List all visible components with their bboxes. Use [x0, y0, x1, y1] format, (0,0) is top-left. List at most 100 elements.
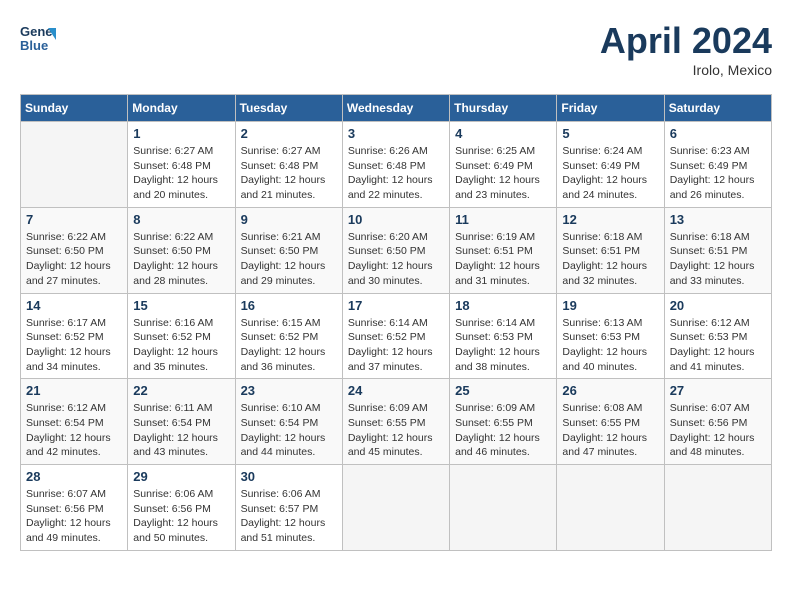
day-number: 13	[670, 212, 766, 227]
day-number: 24	[348, 383, 444, 398]
calendar-cell	[21, 122, 128, 208]
day-info: Sunrise: 6:14 AM Sunset: 6:53 PM Dayligh…	[455, 316, 551, 375]
day-info: Sunrise: 6:06 AM Sunset: 6:56 PM Dayligh…	[133, 487, 229, 546]
day-info: Sunrise: 6:22 AM Sunset: 6:50 PM Dayligh…	[133, 230, 229, 289]
day-number: 11	[455, 212, 551, 227]
calendar-cell: 14 Sunrise: 6:17 AM Sunset: 6:52 PM Dayli…	[21, 293, 128, 379]
weekday-header: Wednesday	[342, 95, 449, 122]
calendar-cell	[557, 465, 664, 551]
day-info: Sunrise: 6:07 AM Sunset: 6:56 PM Dayligh…	[26, 487, 122, 546]
day-info: Sunrise: 6:16 AM Sunset: 6:52 PM Dayligh…	[133, 316, 229, 375]
title-block: April 2024 Irolo, Mexico	[600, 20, 772, 78]
day-number: 22	[133, 383, 229, 398]
day-number: 10	[348, 212, 444, 227]
calendar-week-row: 21 Sunrise: 6:12 AM Sunset: 6:54 PM Dayli…	[21, 379, 772, 465]
calendar-cell: 9 Sunrise: 6:21 AM Sunset: 6:50 PM Daylig…	[235, 207, 342, 293]
weekday-header: Sunday	[21, 95, 128, 122]
calendar-cell: 20 Sunrise: 6:12 AM Sunset: 6:53 PM Dayli…	[664, 293, 771, 379]
day-number: 18	[455, 298, 551, 313]
day-info: Sunrise: 6:15 AM Sunset: 6:52 PM Dayligh…	[241, 316, 337, 375]
calendar-cell: 1Sunrise: 6:27 AM Sunset: 6:48 PM Daylig…	[128, 122, 235, 208]
calendar-cell: 21 Sunrise: 6:12 AM Sunset: 6:54 PM Dayli…	[21, 379, 128, 465]
day-info: Sunrise: 6:11 AM Sunset: 6:54 PM Dayligh…	[133, 401, 229, 460]
day-number: 20	[670, 298, 766, 313]
day-info: Sunrise: 6:07 AM Sunset: 6:56 PM Dayligh…	[670, 401, 766, 460]
page-header: General Blue April 2024 Irolo, Mexico	[20, 20, 772, 78]
day-number: 3	[348, 126, 444, 141]
calendar-cell	[342, 465, 449, 551]
day-info: Sunrise: 6:22 AM Sunset: 6:50 PM Dayligh…	[26, 230, 122, 289]
day-info: Sunrise: 6:25 AM Sunset: 6:49 PM Dayligh…	[455, 144, 551, 203]
calendar-cell: 10Sunrise: 6:20 AM Sunset: 6:50 PM Dayli…	[342, 207, 449, 293]
calendar-cell: 12Sunrise: 6:18 AM Sunset: 6:51 PM Dayli…	[557, 207, 664, 293]
day-info: Sunrise: 6:21 AM Sunset: 6:50 PM Dayligh…	[241, 230, 337, 289]
calendar-cell: 7Sunrise: 6:22 AM Sunset: 6:50 PM Daylig…	[21, 207, 128, 293]
day-number: 1	[133, 126, 229, 141]
day-number: 16	[241, 298, 337, 313]
day-number: 21	[26, 383, 122, 398]
svg-text:Blue: Blue	[20, 38, 48, 53]
weekday-header: Friday	[557, 95, 664, 122]
day-info: Sunrise: 6:17 AM Sunset: 6:52 PM Dayligh…	[26, 316, 122, 375]
calendar-cell: 4Sunrise: 6:25 AM Sunset: 6:49 PM Daylig…	[450, 122, 557, 208]
weekday-header: Saturday	[664, 95, 771, 122]
calendar-cell: 23 Sunrise: 6:10 AM Sunset: 6:54 PM Dayli…	[235, 379, 342, 465]
logo: General Blue	[20, 20, 60, 56]
day-info: Sunrise: 6:13 AM Sunset: 6:53 PM Dayligh…	[562, 316, 658, 375]
calendar-cell: 2Sunrise: 6:27 AM Sunset: 6:48 PM Daylig…	[235, 122, 342, 208]
day-number: 23	[241, 383, 337, 398]
day-info: Sunrise: 6:26 AM Sunset: 6:48 PM Dayligh…	[348, 144, 444, 203]
day-number: 6	[670, 126, 766, 141]
calendar-cell: 17 Sunrise: 6:14 AM Sunset: 6:52 PM Dayli…	[342, 293, 449, 379]
calendar-cell	[664, 465, 771, 551]
day-number: 14	[26, 298, 122, 313]
day-number: 19	[562, 298, 658, 313]
day-info: Sunrise: 6:18 AM Sunset: 6:51 PM Dayligh…	[670, 230, 766, 289]
day-info: Sunrise: 6:14 AM Sunset: 6:52 PM Dayligh…	[348, 316, 444, 375]
day-number: 25	[455, 383, 551, 398]
day-number: 9	[241, 212, 337, 227]
logo-icon: General Blue	[20, 20, 56, 56]
calendar-cell: 30Sunrise: 6:06 AM Sunset: 6:57 PM Dayli…	[235, 465, 342, 551]
weekday-header: Monday	[128, 95, 235, 122]
location: Irolo, Mexico	[600, 62, 772, 78]
calendar-cell: 28 Sunrise: 6:07 AM Sunset: 6:56 PM Dayli…	[21, 465, 128, 551]
calendar-cell: 5Sunrise: 6:24 AM Sunset: 6:49 PM Daylig…	[557, 122, 664, 208]
calendar-cell	[450, 465, 557, 551]
calendar-table: SundayMondayTuesdayWednesdayThursdayFrid…	[20, 94, 772, 551]
day-info: Sunrise: 6:06 AM Sunset: 6:57 PM Dayligh…	[241, 487, 337, 546]
day-info: Sunrise: 6:09 AM Sunset: 6:55 PM Dayligh…	[348, 401, 444, 460]
day-info: Sunrise: 6:10 AM Sunset: 6:54 PM Dayligh…	[241, 401, 337, 460]
calendar-cell: 27 Sunrise: 6:07 AM Sunset: 6:56 PM Dayli…	[664, 379, 771, 465]
day-number: 28	[26, 469, 122, 484]
calendar-header-row: SundayMondayTuesdayWednesdayThursdayFrid…	[21, 95, 772, 122]
calendar-cell: 16 Sunrise: 6:15 AM Sunset: 6:52 PM Dayli…	[235, 293, 342, 379]
day-number: 15	[133, 298, 229, 313]
calendar-week-row: 1Sunrise: 6:27 AM Sunset: 6:48 PM Daylig…	[21, 122, 772, 208]
calendar-cell: 6 Sunrise: 6:23 AM Sunset: 6:49 PM Daylig…	[664, 122, 771, 208]
calendar-week-row: 7Sunrise: 6:22 AM Sunset: 6:50 PM Daylig…	[21, 207, 772, 293]
day-number: 29	[133, 469, 229, 484]
calendar-cell: 8 Sunrise: 6:22 AM Sunset: 6:50 PM Daylig…	[128, 207, 235, 293]
day-info: Sunrise: 6:24 AM Sunset: 6:49 PM Dayligh…	[562, 144, 658, 203]
day-info: Sunrise: 6:12 AM Sunset: 6:53 PM Dayligh…	[670, 316, 766, 375]
calendar-cell: 22 Sunrise: 6:11 AM Sunset: 6:54 PM Dayli…	[128, 379, 235, 465]
calendar-cell: 25 Sunrise: 6:09 AM Sunset: 6:55 PM Dayli…	[450, 379, 557, 465]
day-number: 8	[133, 212, 229, 227]
day-info: Sunrise: 6:23 AM Sunset: 6:49 PM Dayligh…	[670, 144, 766, 203]
day-number: 27	[670, 383, 766, 398]
calendar-body: 1Sunrise: 6:27 AM Sunset: 6:48 PM Daylig…	[21, 122, 772, 551]
day-number: 26	[562, 383, 658, 398]
calendar-cell: 18 Sunrise: 6:14 AM Sunset: 6:53 PM Dayli…	[450, 293, 557, 379]
calendar-cell: 19 Sunrise: 6:13 AM Sunset: 6:53 PM Dayli…	[557, 293, 664, 379]
day-number: 17	[348, 298, 444, 313]
day-info: Sunrise: 6:09 AM Sunset: 6:55 PM Dayligh…	[455, 401, 551, 460]
calendar-cell: 3 Sunrise: 6:26 AM Sunset: 6:48 PM Daylig…	[342, 122, 449, 208]
day-info: Sunrise: 6:12 AM Sunset: 6:54 PM Dayligh…	[26, 401, 122, 460]
day-number: 2	[241, 126, 337, 141]
weekday-header: Tuesday	[235, 95, 342, 122]
calendar-cell: 29 Sunrise: 6:06 AM Sunset: 6:56 PM Dayli…	[128, 465, 235, 551]
calendar-cell: 26 Sunrise: 6:08 AM Sunset: 6:55 PM Dayli…	[557, 379, 664, 465]
day-info: Sunrise: 6:08 AM Sunset: 6:55 PM Dayligh…	[562, 401, 658, 460]
day-number: 12	[562, 212, 658, 227]
